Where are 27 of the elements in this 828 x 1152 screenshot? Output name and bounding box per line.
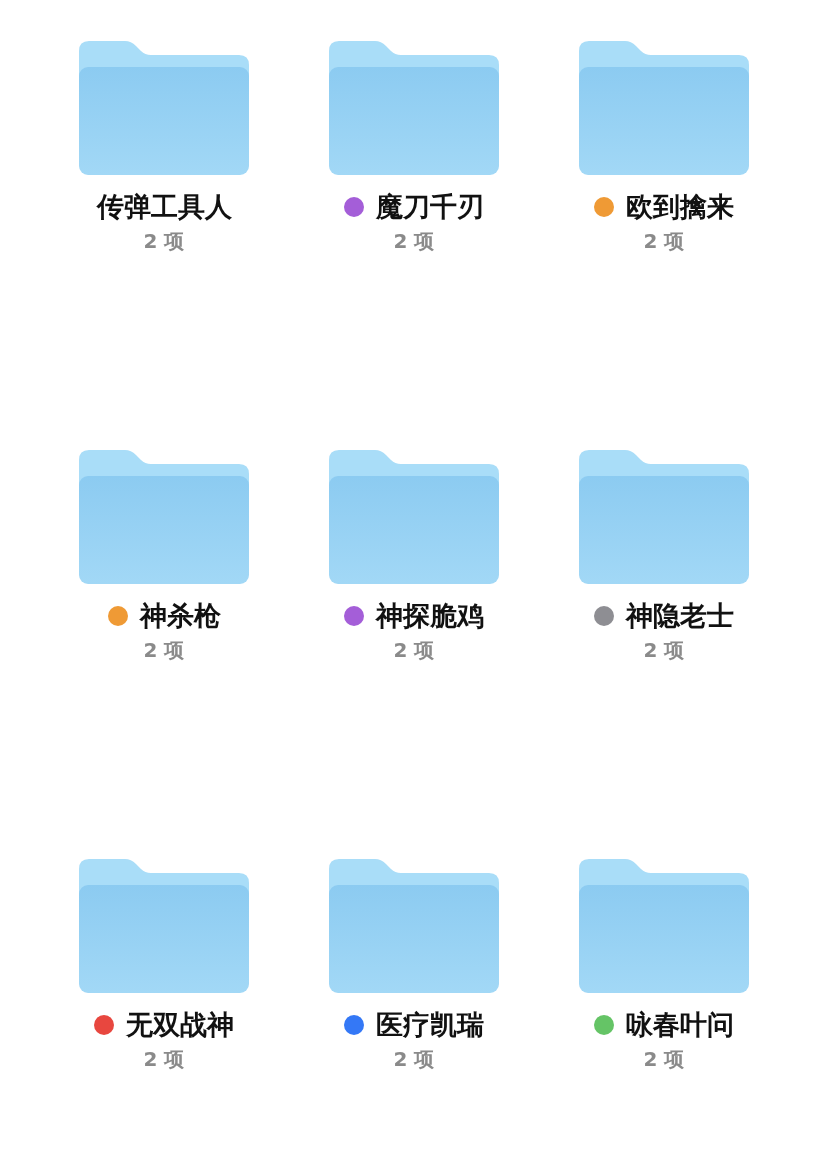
item-count: 2 项 <box>393 638 435 662</box>
folder-icon[interactable] <box>79 41 249 175</box>
folder-icon[interactable] <box>329 41 499 175</box>
item-count: 2 项 <box>143 1047 185 1071</box>
item-count: 2 项 <box>143 229 185 253</box>
folder-name: 欧到擒来 <box>626 191 734 223</box>
item-count: 2 项 <box>393 1047 435 1071</box>
item-count: 2 项 <box>393 229 435 253</box>
item-count: 2 项 <box>643 638 685 662</box>
folder-icon[interactable] <box>329 450 499 584</box>
folder-name: 神隐老士 <box>626 600 734 632</box>
folder-name: 传弹工具人 <box>96 191 232 223</box>
folder-icon[interactable] <box>579 859 749 993</box>
folder-name: 魔刀千刃 <box>376 191 484 223</box>
item-count: 2 项 <box>643 1047 685 1071</box>
folder-icon[interactable] <box>579 450 749 584</box>
item-count: 2 项 <box>143 638 185 662</box>
folder-name: 咏春叶问 <box>626 1009 734 1041</box>
folder-icon[interactable] <box>79 450 249 584</box>
folder-name: 神杀枪 <box>139 600 221 632</box>
folder-name: 神探脆鸡 <box>376 600 484 632</box>
folder-icon[interactable] <box>579 41 749 175</box>
item-count: 2 项 <box>643 229 685 253</box>
folder-name: 医疗凯瑞 <box>376 1009 484 1041</box>
folder-icon[interactable] <box>79 859 249 993</box>
folder-icon[interactable] <box>329 859 499 993</box>
folder-name: 无双战神 <box>126 1009 234 1041</box>
